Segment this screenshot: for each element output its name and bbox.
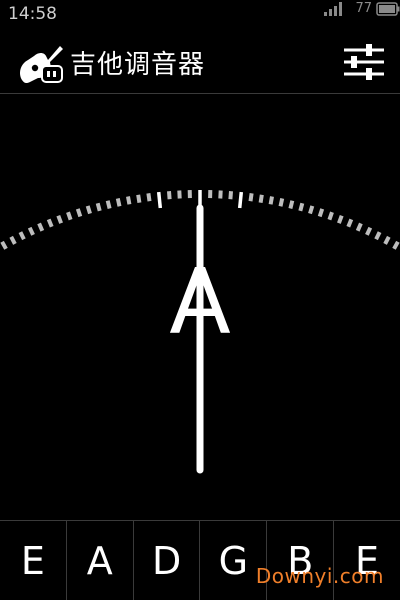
status-bar: 14:58 77 xyxy=(0,0,400,30)
guitar-icon xyxy=(20,46,63,84)
string-button-a[interactable]: A xyxy=(67,521,134,600)
app-title: 吉他调音器 xyxy=(70,50,206,80)
string-button-e-high[interactable]: E xyxy=(334,521,400,600)
watermark: Downyi.com xyxy=(255,564,384,588)
status-time: 14:58 xyxy=(8,4,57,24)
tuner-needle-layer xyxy=(196,204,204,474)
string-selector: E A D G B E xyxy=(0,520,400,600)
string-button-b[interactable]: B xyxy=(267,521,335,600)
battery-icon xyxy=(376,2,400,16)
signal-icon xyxy=(324,2,342,16)
string-button-e-low[interactable]: E xyxy=(0,521,67,600)
app-bar: 吉他调音器 xyxy=(0,30,400,94)
string-button-g[interactable]: G xyxy=(200,521,268,600)
string-button-d[interactable]: D xyxy=(134,521,201,600)
settings-button[interactable] xyxy=(342,40,386,84)
battery-level: 77 xyxy=(355,1,372,16)
sliders-icon xyxy=(344,44,384,80)
